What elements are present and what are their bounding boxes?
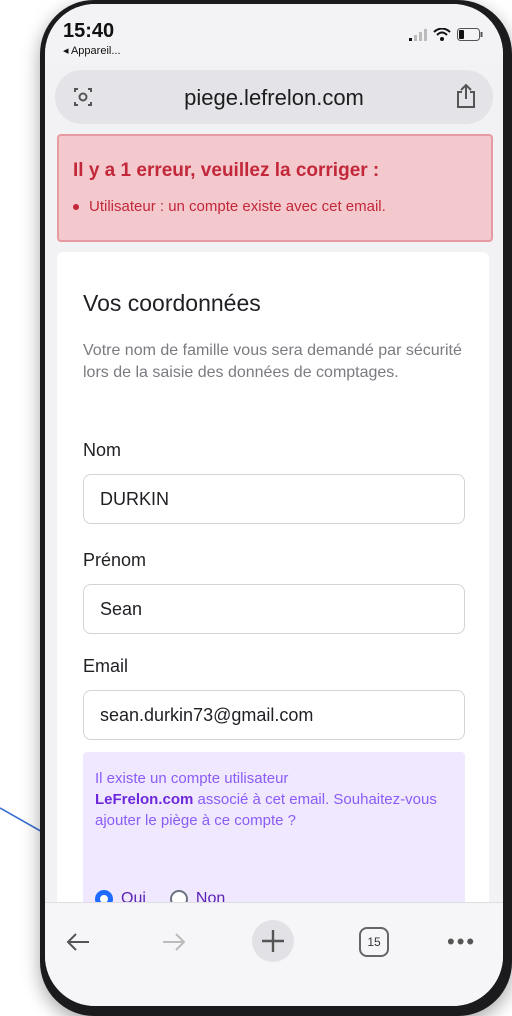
system-icons <box>409 28 483 41</box>
address-bar[interactable]: piege.lefrelon.com <box>55 70 493 124</box>
last-name-label: Nom <box>83 440 122 460</box>
page-content: Il y a 1 erreur, veuillez la corriger : … <box>45 132 503 902</box>
status-bar: 15:40 ◂ Appareil... <box>45 4 503 64</box>
add-trap-choice: Oui Non <box>95 890 225 902</box>
forward-arrow-icon[interactable] <box>159 927 189 957</box>
email-label: Email <box>83 656 129 676</box>
last-name-input[interactable]: DURKIN <box>83 474 465 524</box>
url-text[interactable]: piege.lefrelon.com <box>55 85 493 111</box>
phone-frame: 15:40 ◂ Appareil... piege.lefrelon.com I… <box>40 0 512 1016</box>
error-alert: Il y a 1 erreur, veuillez la corriger : … <box>57 134 493 242</box>
wifi-icon <box>433 28 451 41</box>
radio-oui[interactable] <box>95 890 113 902</box>
phone-screen: 15:40 ◂ Appareil... piege.lefrelon.com I… <box>45 4 503 1006</box>
notice-text: Il existe un compte utilisateur LeFrelon… <box>95 768 445 831</box>
first-name-label: Prénom <box>83 550 147 570</box>
error-item-text: Utilisateur : un compte existe avec cet … <box>89 198 386 215</box>
notice-text-before: Il existe un compte utilisateur <box>95 770 289 787</box>
bullet-icon <box>73 204 79 211</box>
status-time: 15:40 <box>63 20 115 42</box>
section-title: Vos coordonnées <box>83 290 261 316</box>
new-tab-plus-icon[interactable] <box>251 919 295 963</box>
radio-oui-label[interactable]: Oui <box>121 890 146 902</box>
brand-name: LeFrelon.com <box>95 791 194 808</box>
browser-toolbar: 15 ••• <box>45 902 503 1006</box>
signal-icon <box>409 28 427 41</box>
back-to-app-link[interactable]: ◂ Appareil... <box>63 44 121 57</box>
intro-text: Votre nom de famille vous sera demandé p… <box>83 342 462 381</box>
radio-non-label[interactable]: Non <box>196 890 225 902</box>
email-input[interactable]: sean.durkin73@gmail.com <box>83 690 465 740</box>
back-arrow-icon[interactable] <box>63 927 93 957</box>
contact-form-card: Vos coordonnées Votre nom de famille vou… <box>57 252 489 902</box>
error-title: Il y a 1 erreur, veuillez la corriger : <box>73 160 380 181</box>
radio-non[interactable] <box>169 890 188 902</box>
existing-account-notice: Il existe un compte utilisateur LeFrelon… <box>83 752 465 902</box>
first-name-input[interactable]: Sean <box>83 584 465 634</box>
tabs-icon[interactable]: 15 <box>359 927 389 957</box>
battery-icon <box>457 28 483 41</box>
more-icon[interactable]: ••• <box>447 929 476 955</box>
error-item: Utilisateur : un compte existe avec cet … <box>73 198 386 215</box>
share-icon[interactable] <box>455 83 477 109</box>
